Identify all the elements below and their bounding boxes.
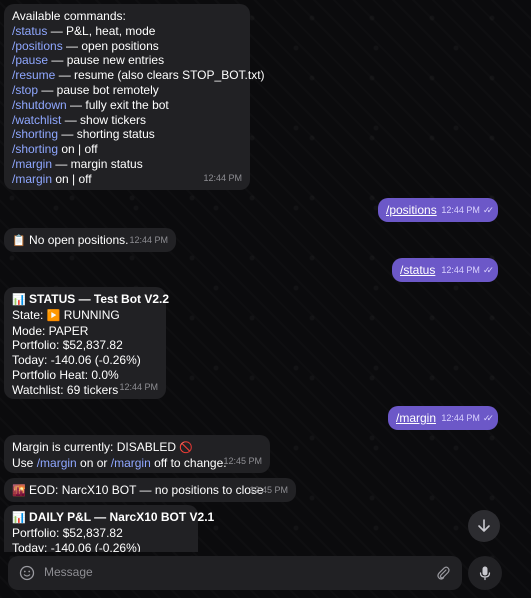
command-link[interactable]: /status [12, 24, 47, 38]
command-link[interactable]: /margin [111, 456, 151, 470]
text: Use [12, 455, 34, 470]
command-link[interactable]: /watchlist [12, 113, 61, 127]
command-desc: on | off [58, 142, 98, 157]
command-desc: — fully exit the bot [66, 97, 169, 112]
paperclip-icon [437, 566, 450, 580]
command-line: /margin — margin status [12, 157, 242, 172]
text: off to change. [154, 455, 227, 470]
command-desc: — resume (also clears STOP_BOT.txt) [55, 68, 265, 83]
commands-message: Available commands: /status — P&L, heat,… [4, 4, 265, 190]
message-input[interactable]: Message [44, 565, 93, 579]
status-mode: Mode: PAPER [12, 323, 89, 338]
emoji-button[interactable] [18, 564, 36, 582]
command-link[interactable]: /positions [12, 39, 63, 53]
daily-pnl-message: 📊 DAILY P&L — NarcX10 BOT V2.1 Portfolio… [4, 505, 214, 552]
play-icon: ▶️ [46, 309, 61, 322]
command-link[interactable]: /margin [37, 456, 77, 470]
message-time: 12:44 PM ✓✓ [441, 411, 494, 426]
bar-chart-icon: 📊 [12, 294, 26, 306]
status-title: STATUS — Test Bot V2.2 [29, 292, 170, 306]
command-desc: — show tickers [61, 112, 147, 127]
clipboard-icon: 📋 [12, 235, 26, 247]
command-link[interactable]: /shorting [12, 142, 58, 156]
time-text: 12:44 PM [441, 265, 480, 276]
daily-today: Today: -140.06 (-0.26%) [12, 540, 141, 552]
outgoing-status-message: /status 12:44 PM ✓✓ [392, 258, 498, 282]
status-title-line: 📊 STATUS — Test Bot V2.2 [12, 292, 169, 308]
command-line: /shutdown — fully exit the bot [12, 98, 242, 113]
command-link[interactable]: /shorting [12, 127, 58, 141]
message-time: 12:45 PM [223, 456, 262, 467]
scroll-down-button[interactable] [468, 510, 500, 542]
time-text: 12:44 PM [441, 413, 480, 424]
message-time: 12:44 PM [203, 173, 242, 184]
daily-portfolio: Portfolio: $52,837.82 [12, 525, 123, 540]
daily-title-line: 📊 DAILY P&L — NarcX10 BOT V2.1 [12, 510, 214, 526]
double-check-icon: ✓✓ [482, 413, 494, 424]
command-link[interactable]: /margin [12, 172, 52, 186]
command-desc: — pause bot remotely [38, 82, 159, 97]
status-message: 📊 STATUS — Test Bot V2.2 State: ▶️ RUNNI… [4, 287, 169, 399]
double-check-icon: ✓✓ [482, 205, 494, 216]
no-positions-message: 📋 No open positions. 12:44 PM [4, 228, 176, 252]
status-today: Today: -140.06 (-0.26%) [12, 353, 141, 368]
message-composer[interactable]: Message [8, 556, 462, 590]
outgoing-positions-message: /positions 12:44 PM ✓✓ [378, 198, 498, 222]
command-link[interactable]: /resume [12, 68, 55, 82]
command-link[interactable]: /status [400, 263, 435, 277]
command-line: /resume — resume (also clears STOP_BOT.t… [12, 68, 265, 83]
command-desc: on | off [52, 171, 92, 186]
margin-status-text: Margin is currently: DISABLED [12, 440, 177, 454]
message-time: 12:44 PM ✓✓ [441, 203, 494, 218]
double-check-icon: ✓✓ [482, 265, 494, 276]
sunset-icon: 🌇 [12, 485, 26, 497]
message-time: 12:44 PM [129, 235, 168, 246]
message-time: 12:45 PM [249, 485, 288, 496]
eod-message: 🌇 EOD: NarcX10 BOT — no positions to clo… [4, 478, 296, 502]
command-line: /watchlist — show tickers [12, 113, 242, 128]
command-link[interactable]: /margin [12, 157, 52, 171]
command-desc: — open positions [62, 38, 159, 53]
command-link[interactable]: /shutdown [12, 98, 67, 112]
command-desc: — P&L, heat, mode [47, 23, 156, 38]
message-time: 12:44 PM [119, 382, 158, 393]
voice-message-button[interactable] [468, 556, 502, 590]
command-desc: — margin status [52, 156, 143, 171]
status-portfolio: Portfolio: $52,837.82 [12, 338, 123, 353]
command-link[interactable]: /pause [12, 53, 48, 67]
attach-button[interactable] [434, 564, 452, 582]
command-link[interactable]: /stop [12, 83, 38, 97]
bar-chart-icon: 📊 [12, 512, 26, 524]
emoji-icon [19, 565, 35, 581]
command-line: /status — P&L, heat, mode [12, 24, 242, 39]
command-line: /stop — pause bot remotely [12, 83, 242, 98]
command-line: /shorting on | off [12, 142, 242, 157]
state-label: State: [12, 307, 44, 322]
time-text: 12:44 PM [441, 205, 480, 216]
command-desc: — pause new entries [48, 53, 165, 68]
microphone-icon [479, 566, 491, 581]
message-text: No open positions. [29, 233, 129, 247]
margin-message: Margin is currently: DISABLED 🚫 Use /mar… [4, 435, 270, 473]
command-desc: — shorting status [58, 127, 155, 142]
state-value: RUNNING [63, 307, 120, 322]
outgoing-margin-message: /margin 12:44 PM ✓✓ [388, 406, 498, 430]
text: on or [80, 455, 108, 470]
command-line: /shorting — shorting status [12, 127, 242, 142]
commands-title: Available commands: [12, 9, 126, 23]
command-line: /pause — pause new entries [12, 53, 242, 68]
message-time: 12:44 PM ✓✓ [441, 263, 494, 278]
command-link[interactable]: /margin [396, 411, 436, 425]
status-state-line: State: ▶️ RUNNING [12, 308, 158, 324]
command-line: /positions — open positions [12, 39, 242, 54]
prohibited-icon: 🚫 [179, 442, 194, 454]
chat-history[interactable]: Available commands: /status — P&L, heat,… [0, 0, 531, 552]
message-text: EOD: NarcX10 BOT — no positions to close [29, 483, 264, 497]
command-link[interactable]: /positions [386, 203, 437, 217]
chevron-down-icon [478, 519, 490, 532]
daily-title: DAILY P&L — NarcX10 BOT V2.1 [29, 510, 215, 524]
